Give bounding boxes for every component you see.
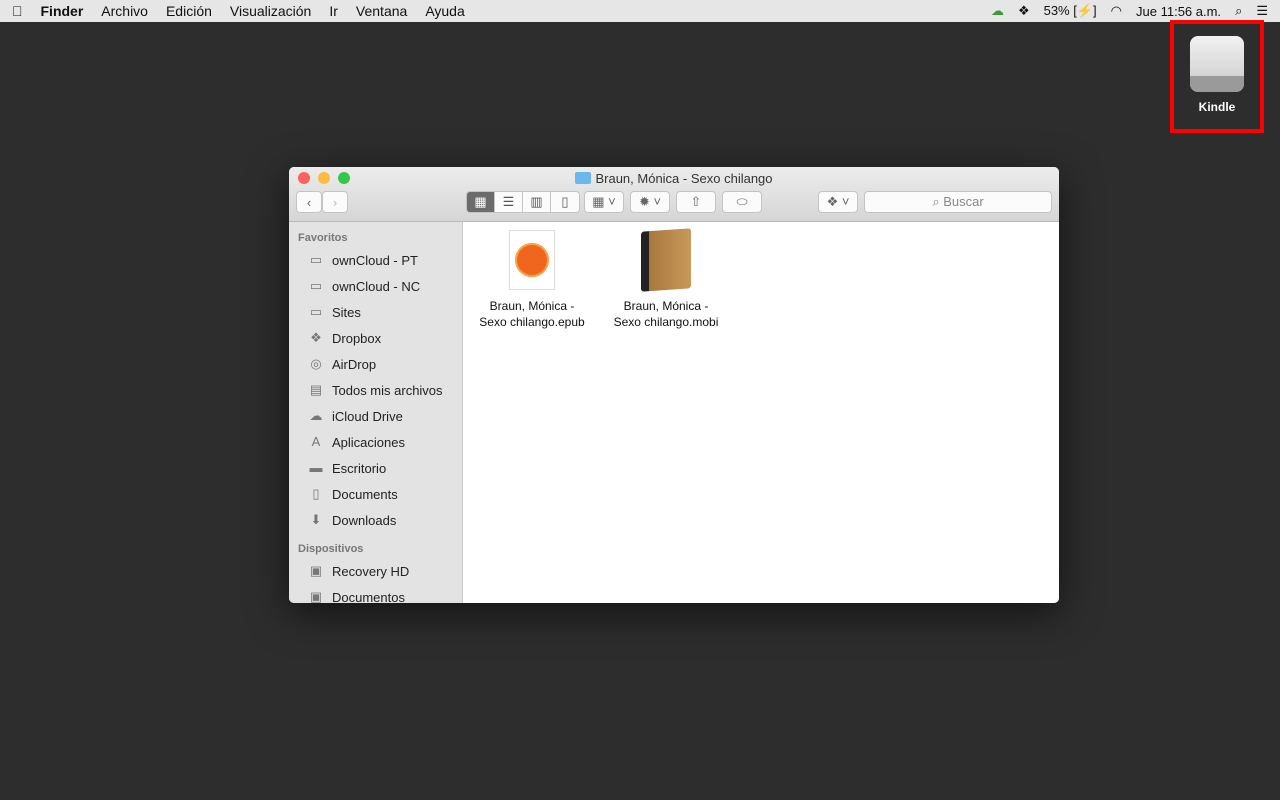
- documents-icon: ▯: [312, 486, 320, 501]
- file-area: Braun, Mónica - Sexo chilango.epub Braun…: [463, 222, 1059, 603]
- sidebar-item[interactable]: ▬ Escritorio: [289, 455, 462, 481]
- notification-center-icon[interactable]: ☰: [1256, 3, 1268, 19]
- sidebar-item[interactable]: ❖ Dropbox: [289, 325, 462, 351]
- tags-button[interactable]: ⬭: [722, 191, 762, 213]
- folder-icon: [575, 172, 592, 184]
- battery-percent: 53%: [1043, 3, 1070, 18]
- folder-icon: ▭: [309, 278, 323, 293]
- folder-icon: ▭: [309, 252, 323, 267]
- file-name-line1: Braun, Mónica -: [489, 299, 575, 313]
- back-button[interactable]: ‹: [296, 191, 322, 213]
- toolbar: Braun, Mónica - Sexo chilango ‹ › ▦ ☰ ▥ …: [289, 167, 1059, 222]
- menu-edicion[interactable]: Edición: [166, 3, 212, 19]
- arrange-button[interactable]: ▦ ˅: [584, 191, 624, 213]
- desktop-icon: ▬: [309, 460, 323, 475]
- file-epub[interactable]: Braun, Mónica - Sexo chilango.epub: [472, 230, 592, 330]
- menu-finder[interactable]: Finder: [41, 3, 84, 19]
- cloud-sync-icon[interactable]: ☁: [991, 3, 1004, 19]
- all-files-icon: ▤: [309, 382, 323, 397]
- downloads-icon: ⬇: [310, 512, 322, 527]
- sidebar-item[interactable]: ◎ AirDrop: [289, 351, 462, 377]
- disk-icon: ▣: [309, 589, 323, 604]
- kindle-drive[interactable]: Kindle: [1170, 20, 1264, 133]
- dropbox-icon: ❖: [310, 330, 322, 345]
- folder-icon: ▭: [309, 304, 323, 319]
- favorites-header: Favoritos: [298, 232, 348, 244]
- sidebar-item[interactable]: ▣ Recovery HD: [289, 558, 462, 584]
- search-input[interactable]: ⌕ Buscar: [864, 191, 1052, 213]
- file-name-line2: Sexo chilango.epub: [479, 315, 585, 329]
- action-gear-button[interactable]: ✹ ˅: [630, 191, 670, 213]
- file-name-line2: Sexo chilango.mobi: [613, 315, 719, 329]
- sidebar-item-label: ownCloud - NC: [332, 278, 421, 294]
- sidebar-item[interactable]: A Aplicaciones: [289, 429, 462, 455]
- sidebar-item[interactable]: ▭ ownCloud - PT: [289, 247, 462, 273]
- sidebar-item-label: AirDrop: [332, 356, 377, 372]
- dropbox-button[interactable]: ❖ ˅: [818, 191, 858, 213]
- menu-bar:  Finder Archivo Edición Visualización I…: [0, 0, 1280, 22]
- sidebar-item[interactable]: ▭ ownCloud - NC: [289, 273, 462, 299]
- sidebar-item-label: Aplicaciones: [332, 434, 405, 450]
- finder-window: Braun, Mónica - Sexo chilango ‹ › ▦ ☰ ▥ …: [289, 167, 1059, 603]
- sidebar-item-label: Documentos: [332, 589, 405, 604]
- icon-view-button[interactable]: ▦: [467, 192, 495, 212]
- kindle-label: Kindle: [1198, 100, 1236, 114]
- sidebar-item-label: Recovery HD: [332, 563, 410, 579]
- sidebar-item-label: Documents: [332, 486, 398, 502]
- sidebar-item-label: Todos mis archivos: [332, 382, 443, 398]
- external-drive-icon: [1190, 36, 1244, 92]
- forward-button[interactable]: ›: [322, 191, 348, 213]
- sidebar-item[interactable]: ⬇ Downloads: [289, 507, 462, 533]
- devices-header: Dispositivos: [298, 543, 364, 555]
- list-view-button[interactable]: ☰: [495, 192, 523, 212]
- menu-ayuda[interactable]: Ayuda: [425, 3, 464, 19]
- sidebar-item-label: Sites: [332, 304, 361, 320]
- file-name-line1: Braun, Mónica -: [623, 299, 709, 313]
- cloud-icon: ☁: [309, 408, 323, 423]
- sidebar-item-label: Escritorio: [332, 460, 387, 476]
- share-button[interactable]: ⇧: [676, 191, 716, 213]
- apple-menu-icon[interactable]: : [12, 3, 23, 19]
- airdrop-icon: ◎: [310, 356, 322, 371]
- sidebar-item[interactable]: ▤ Todos mis archivos: [289, 377, 462, 403]
- menu-ventana[interactable]: Ventana: [356, 3, 407, 19]
- sidebar-item[interactable]: ▯ Documents: [289, 481, 462, 507]
- sidebar-item-label: Dropbox: [332, 330, 382, 346]
- sidebar: Favoritos ▭ ownCloud - PT ▭ ownCloud - NC ▭ S…: [289, 222, 463, 603]
- clock[interactable]: Jue 11:56 a.m.: [1136, 4, 1221, 19]
- spotlight-icon[interactable]: ⌕: [1235, 3, 1242, 19]
- file-mobi[interactable]: Braun, Mónica - Sexo chilango.mobi: [606, 228, 726, 330]
- applications-icon: A: [311, 434, 321, 449]
- menu-ir[interactable]: Ir: [329, 3, 338, 19]
- disk-icon: ▣: [309, 563, 323, 578]
- window-title: Braun, Mónica - Sexo chilango: [595, 171, 773, 186]
- sidebar-item-label: Downloads: [332, 512, 397, 528]
- cover-flow-button[interactable]: ▯: [551, 192, 579, 212]
- book-mobi-icon: [641, 228, 691, 292]
- battery-icon[interactable]: [⚡]: [1073, 3, 1096, 18]
- sidebar-item[interactable]: ☁ iCloud Drive: [289, 403, 462, 429]
- ibooks-epub-icon: [509, 230, 555, 290]
- sidebar-item-label: iCloud Drive: [332, 408, 403, 424]
- sidebar-item[interactable]: ▭ Sites: [289, 299, 462, 325]
- dropbox-icon[interactable]: ❖: [1018, 3, 1030, 19]
- menu-archivo[interactable]: Archivo: [101, 3, 148, 19]
- sidebar-item-label: ownCloud - PT: [332, 252, 418, 268]
- column-view-button[interactable]: ▥: [523, 192, 551, 212]
- wifi-icon[interactable]: ◠: [1111, 3, 1122, 19]
- menu-visualizacion[interactable]: Visualización: [230, 3, 311, 19]
- sidebar-item[interactable]: ▣ Documentos: [289, 584, 462, 604]
